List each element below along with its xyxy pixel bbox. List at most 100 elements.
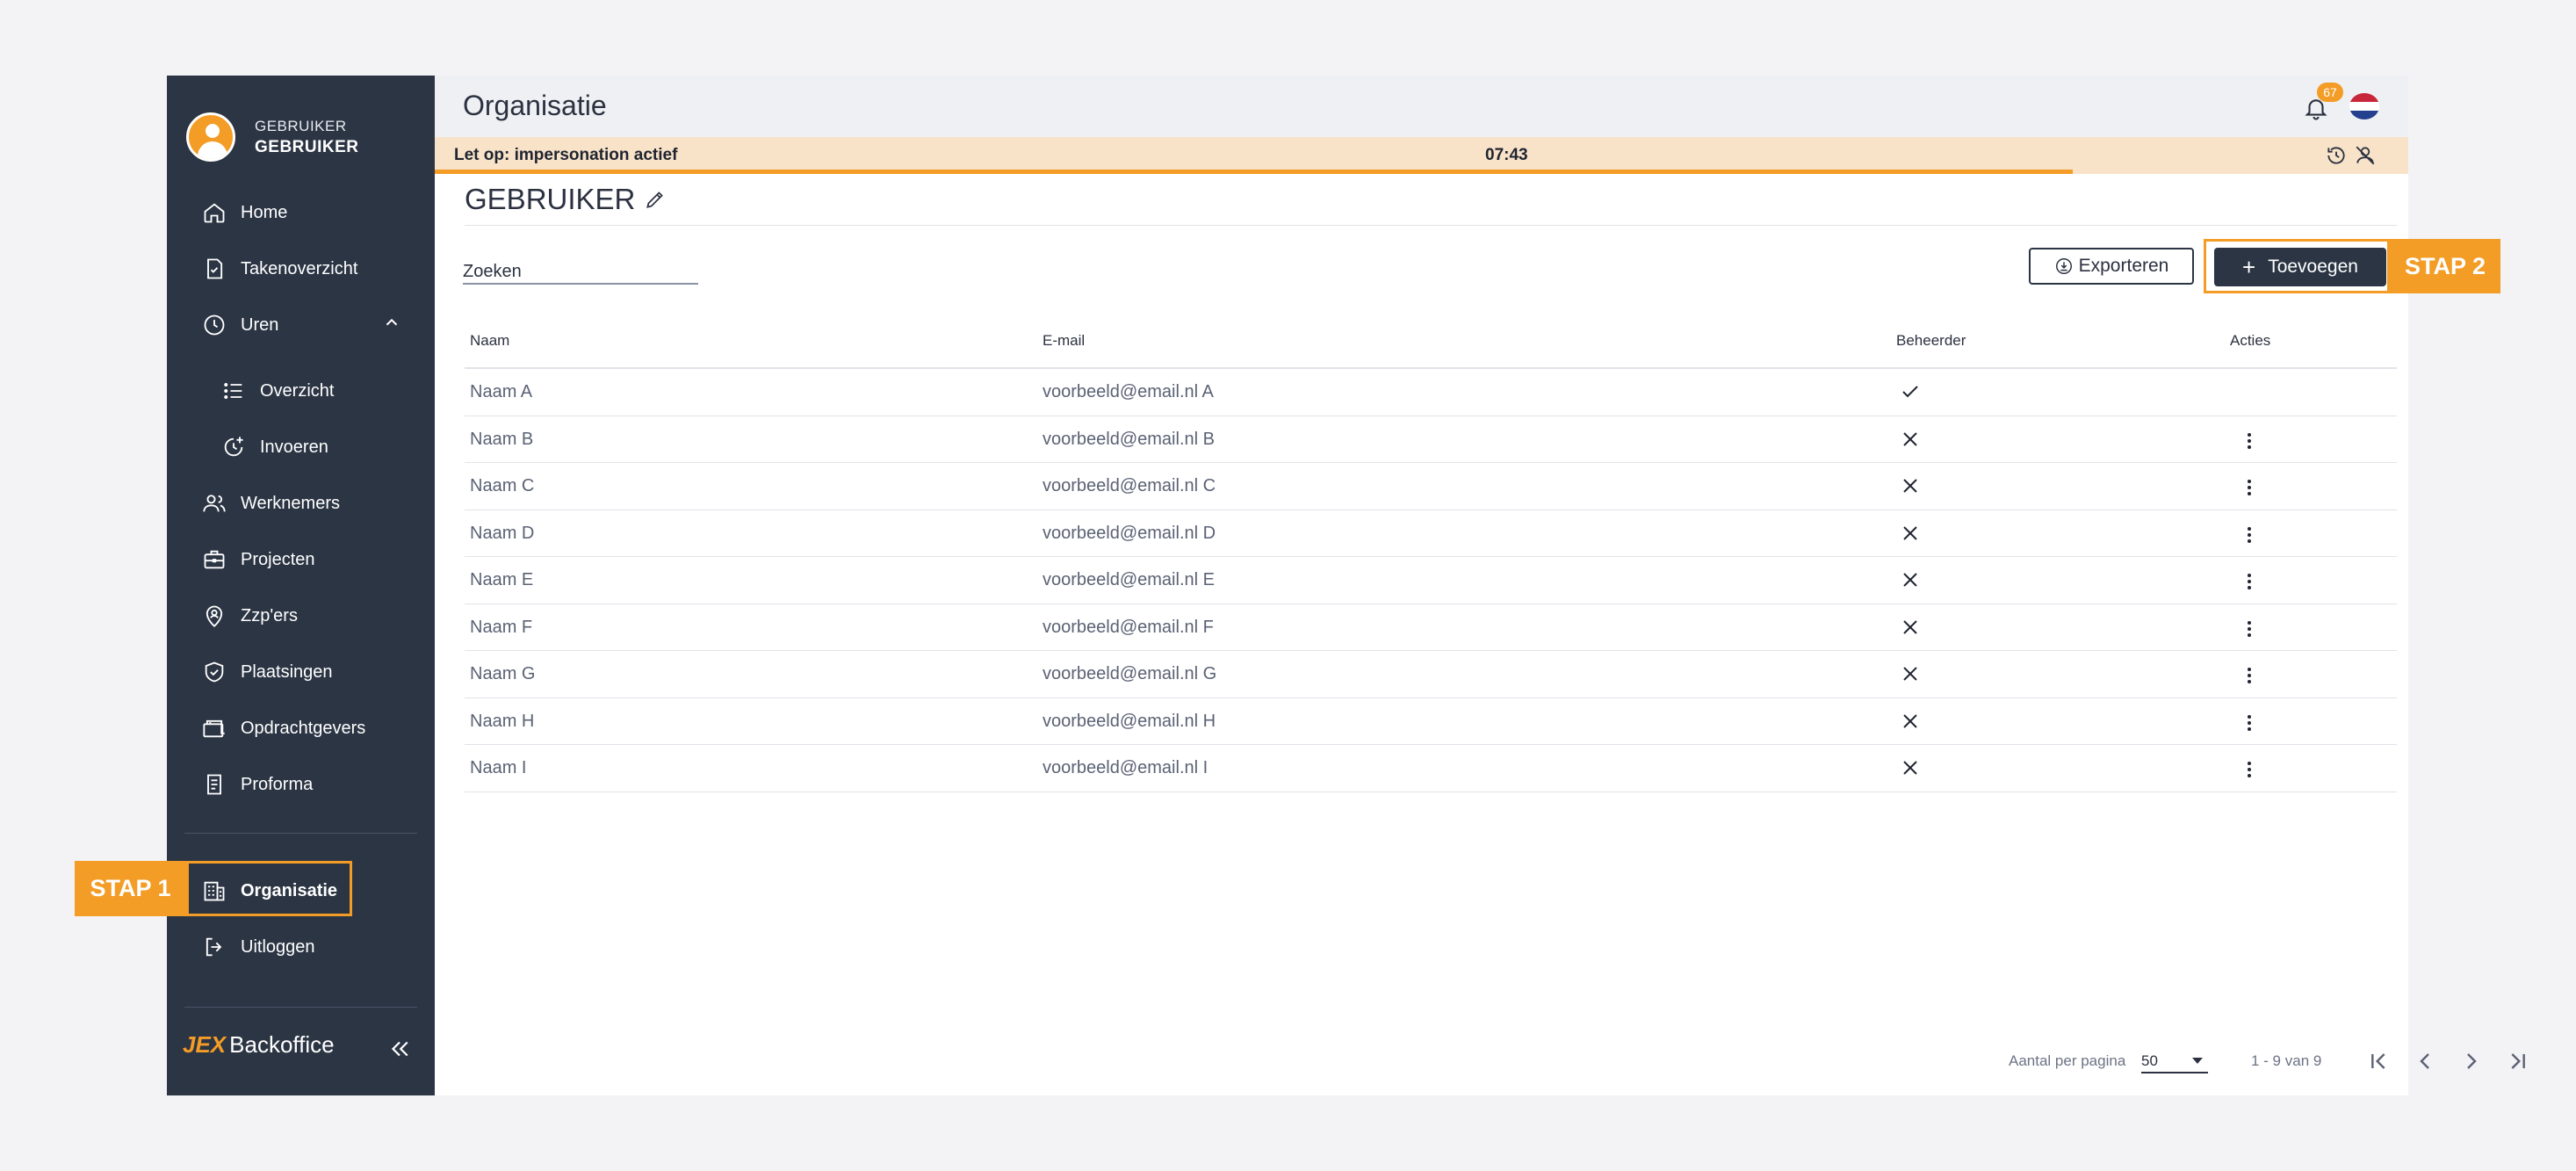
table-row[interactable]: Naam E voorbeeld@email.nl E: [465, 557, 2397, 604]
step1-callout: STAP 1: [75, 861, 186, 916]
cell-name: Naam G: [470, 664, 536, 683]
sidebar-item-overzicht[interactable]: Overzicht: [221, 373, 334, 408]
sidebar-item-uitloggen[interactable]: Uitloggen: [202, 929, 315, 965]
user-role: GEBRUIKER: [255, 118, 347, 134]
sidebar-item-label: Takenoverzicht: [241, 258, 358, 278]
search-input[interactable]: [463, 260, 698, 285]
collapse-sidebar-icon[interactable]: [386, 1036, 413, 1062]
brand-name: Backoffice: [229, 1031, 335, 1058]
more-vertical-icon[interactable]: [2239, 759, 2260, 780]
table-row[interactable]: Naam A voorbeeld@email.nl A: [465, 369, 2397, 416]
cell-name: Naam B: [470, 429, 534, 449]
header-admin[interactable]: Beheerder: [1896, 332, 1966, 350]
briefcase-icon: [204, 550, 225, 569]
previous-page-icon[interactable]: [2411, 1047, 2439, 1075]
home-icon: [204, 203, 225, 223]
logout-icon: [206, 937, 222, 957]
page-range: 1 - 9 van 9: [2251, 1052, 2322, 1069]
app-window: GEBRUIKER GEBRUIKER Home Takenoverzicht …: [167, 76, 2525, 1095]
table-row[interactable]: Naam C voorbeeld@email.nl C: [465, 463, 2397, 510]
header-email[interactable]: E-mail: [1043, 332, 1085, 350]
nl-flag-icon[interactable]: [2349, 93, 2379, 119]
sidebar-item-label: Opdrachtgevers: [241, 718, 366, 738]
shield-check-icon: [205, 661, 224, 683]
cell-email: voorbeeld@email.nl G: [1043, 664, 1217, 683]
users-icon: [203, 495, 226, 512]
cell-email: voorbeeld@email.nl I: [1043, 758, 1209, 777]
folder-briefcase-icon: [203, 719, 225, 738]
sidebar-item-uren[interactable]: Uren: [202, 307, 278, 343]
table-row[interactable]: Naam F voorbeeld@email.nl F: [465, 604, 2397, 651]
export-button[interactable]: Exporteren: [2029, 248, 2194, 285]
sidebar-item-zzpers[interactable]: Zzp'ers: [202, 598, 298, 633]
per-page-select[interactable]: 50: [2141, 1049, 2208, 1073]
add-button-label: Toevoegen: [2268, 257, 2358, 277]
notification-badge: 67: [2317, 83, 2343, 102]
cell-name: Naam H: [470, 711, 535, 731]
table-header: Naam E-mail Beheerder Acties: [465, 314, 2397, 369]
close-icon: [1903, 713, 1917, 728]
next-page-icon[interactable]: [2457, 1047, 2486, 1075]
sidebar-item-projecten[interactable]: Projecten: [202, 542, 315, 577]
table-body: Naam A voorbeeld@email.nl A Naam B voorbeel…: [465, 369, 2397, 792]
close-icon: [1903, 431, 1917, 446]
impersonation-timer: 07:43: [1485, 146, 1528, 164]
sidebar-item-label: Overzicht: [260, 380, 335, 401]
sidebar-item-invoeren[interactable]: Invoeren: [221, 430, 328, 465]
first-page-icon[interactable]: [2364, 1047, 2392, 1075]
more-vertical-icon[interactable]: [2239, 618, 2260, 640]
sidebar-item-home[interactable]: Home: [202, 195, 287, 230]
last-page-icon[interactable]: [2504, 1047, 2532, 1075]
sidebar-item-label: Werknemers: [241, 493, 340, 513]
entity-title-text: GEBRUIKER: [465, 183, 636, 215]
sidebar: GEBRUIKER GEBRUIKER Home Takenoverzicht …: [167, 76, 435, 1095]
cell-name: Naam D: [470, 523, 535, 543]
impersonation-banner: Let op: impersonation actief 07:43: [435, 137, 2408, 174]
header-actions: Acties: [2230, 332, 2271, 349]
add-button[interactable]: + Toevoegen: [2214, 248, 2386, 286]
stop-impersonation-icon[interactable]: [2354, 144, 2377, 167]
top-header: Organisatie 67: [435, 76, 2408, 137]
receipt-icon: [207, 774, 221, 795]
per-page-value: 50: [2141, 1052, 2158, 1069]
close-icon: [1903, 479, 1917, 493]
more-vertical-icon[interactable]: [2239, 665, 2260, 686]
sidebar-item-plaatsingen[interactable]: Plaatsingen: [202, 654, 333, 690]
plus-icon: +: [2242, 254, 2256, 280]
title-divider: [465, 225, 2397, 226]
table-row[interactable]: Naam D voorbeeld@email.nl D: [465, 510, 2397, 557]
sidebar-item-label: Zzp'ers: [241, 605, 298, 625]
header-name[interactable]: Naam: [470, 332, 509, 350]
sidebar-item-takenoverzicht[interactable]: Takenoverzicht: [202, 251, 357, 286]
sidebar-divider: [184, 1007, 417, 1008]
more-vertical-icon[interactable]: [2239, 430, 2260, 452]
more-vertical-icon[interactable]: [2239, 524, 2260, 546]
sidebar-item-proforma[interactable]: Proforma: [202, 767, 313, 802]
more-vertical-icon[interactable]: [2239, 477, 2260, 498]
task-icon: [207, 258, 223, 279]
main-content: GEBRUIKER Exporteren + Toevoegen STAP 2 …: [435, 174, 2525, 1095]
sidebar-item-werknemers[interactable]: Werknemers: [202, 486, 340, 521]
pencil-icon[interactable]: [644, 188, 667, 211]
user-name: GEBRUIKER: [255, 138, 359, 156]
cell-name: Naam F: [470, 617, 533, 637]
chevron-up-icon[interactable]: [382, 313, 401, 332]
cell-email: voorbeeld@email.nl F: [1043, 617, 1214, 637]
table-row[interactable]: Naam B voorbeeld@email.nl B: [465, 416, 2397, 463]
sidebar-item-label: Plaatsingen: [241, 661, 333, 682]
more-vertical-icon[interactable]: [2239, 571, 2260, 592]
more-vertical-icon[interactable]: [2239, 712, 2260, 734]
sidebar-item-opdrachtgevers[interactable]: Opdrachtgevers: [202, 711, 365, 746]
close-icon: [1903, 619, 1917, 634]
sidebar-divider: [184, 833, 417, 834]
table-row[interactable]: Naam H voorbeeld@email.nl H: [465, 698, 2397, 745]
table-row[interactable]: Naam I voorbeeld@email.nl I: [465, 745, 2397, 792]
step2-callout: STAP 2: [2390, 239, 2500, 293]
user-profile[interactable]: GEBRUIKER GEBRUIKER: [186, 112, 359, 162]
history-icon[interactable]: [2325, 144, 2348, 167]
table-row[interactable]: Naam G voorbeeld@email.nl G: [465, 651, 2397, 698]
sidebar-item-label: Proforma: [241, 774, 314, 794]
check-icon: [1902, 386, 1918, 398]
caret-down-icon: [2192, 1058, 2203, 1064]
cell-name: Naam C: [470, 476, 535, 495]
